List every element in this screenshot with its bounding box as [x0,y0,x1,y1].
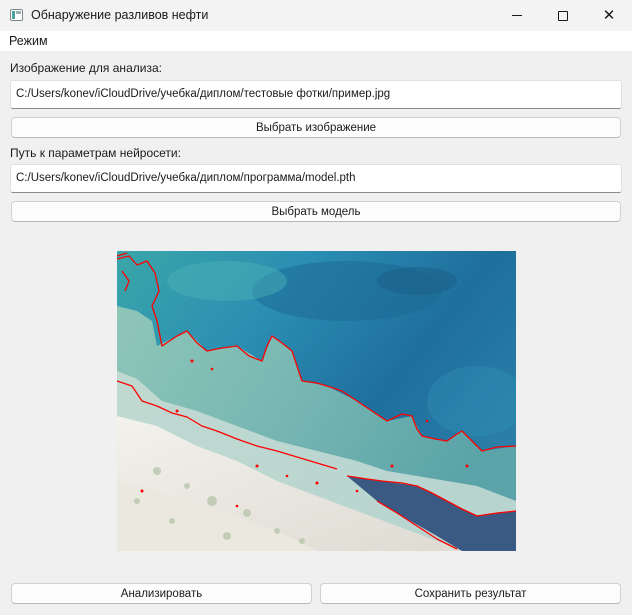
select-image-button[interactable]: Выбрать изображение [11,117,621,138]
maximize-icon [558,10,568,21]
save-result-button[interactable]: Сохранить результат [320,583,621,604]
app-icon [10,9,23,21]
minimize-icon [512,15,522,16]
image-path-value: C:/Users/konev/iCloudDrive/учебка/диплом… [16,88,391,100]
model-path-value: C:/Users/konev/iCloudDrive/учебка/диплом… [16,172,356,184]
close-button[interactable]: ✕ [586,0,632,31]
result-image [117,251,516,551]
image-path-label: Изображение для анализа: [10,61,162,75]
menu-item-mode[interactable]: Режим [9,34,48,48]
close-icon: ✕ [602,7,616,24]
title-bar[interactable]: Обнаружение разливов нефти ✕ [0,0,632,31]
app-window: Обнаружение разливов нефти ✕ Режим Изобр… [0,0,632,615]
image-path-field[interactable]: C:/Users/konev/iCloudDrive/учебка/диплом… [10,80,622,109]
minimize-button[interactable] [494,0,540,31]
select-model-button[interactable]: Выбрать модель [11,201,621,222]
window-title: Обнаружение разливов нефти [31,8,209,22]
analyze-button[interactable]: Анализировать [11,583,312,604]
model-path-field[interactable]: C:/Users/konev/iCloudDrive/учебка/диплом… [10,164,622,193]
maximize-button[interactable] [540,0,586,31]
menu-bar: Режим [0,31,632,51]
model-path-label: Путь к параметрам нейросети: [10,146,181,160]
